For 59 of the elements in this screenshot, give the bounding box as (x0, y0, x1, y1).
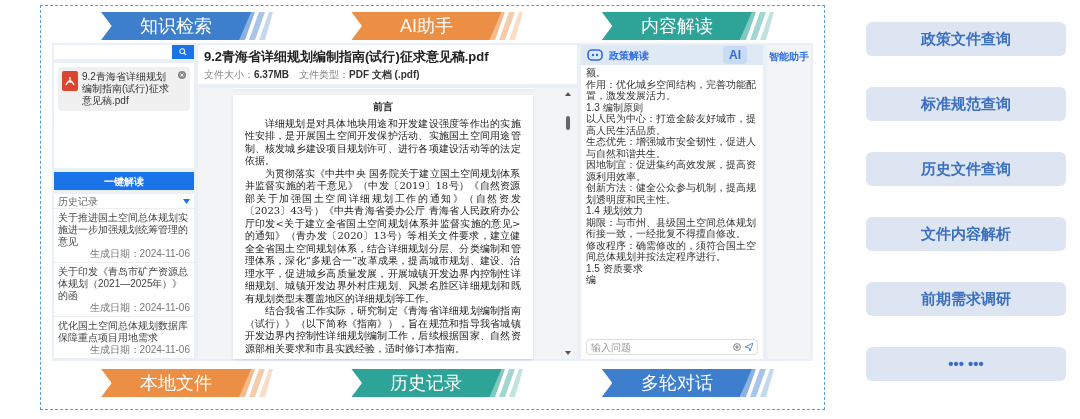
search-button[interactable] (172, 45, 194, 59)
file-card[interactable]: 9.2青海省详细规划编制指南(试行)征求意见稿.pdf (58, 67, 190, 111)
history-item-title: 优化国土空间总体规划数据库保障重点项目用地需求 (58, 320, 189, 344)
read-button[interactable]: 一键解读 (54, 172, 194, 190)
chat-line: 以人民为中心：打造全龄友好城市，提高人民生活品质。 (586, 113, 757, 136)
feature-item: 政策文件查询 (866, 22, 1066, 56)
feature-item: 前期需求调研 (866, 282, 1066, 316)
stripe-decoration (489, 369, 524, 397)
history-item[interactable]: 关于印发《青岛市矿产资源总体规划（2021—2025年）》的函 生成日期：2024-11-06 (54, 263, 194, 317)
stripe-decoration (739, 369, 774, 397)
chat-line: 额。 (586, 67, 607, 79)
search-icon (179, 48, 187, 56)
history-item-title: 关于印发《青岛市矿产资源总体规划（2021—2025年）》的函 (58, 266, 189, 302)
history-item-date: 生成日期：2024-11-06 (89, 248, 190, 259)
page-paragraph: 结合我省工作实际，研究制定《青海省详细规划编制指南（试行）》（以下简称《指南》），旨在规范和指导我省城镇开发边界内控制性详细规划编制工作，后续根据国家、自然资源部相关要求和市县实践经验，适时修订本指南。 (244, 305, 521, 355)
add-icon[interactable] (733, 343, 741, 351)
history-item-date: 生成日期：2024-11-06 (89, 344, 190, 355)
question-field[interactable]: 输入问题 (586, 339, 758, 355)
feature-item: 历史文件查询 (866, 152, 1066, 186)
ai-badge: AI (723, 46, 747, 64)
history-item[interactable]: 优化国土空间总体规划数据库保障重点项目用地需求 生成日期：2024-11-06 (54, 317, 194, 359)
side-tab[interactable]: 智能助手 (769, 49, 809, 63)
stripe-decoration (489, 12, 524, 40)
chat-line: 期限：与市州、县级国土空间总体规划衔接一致，一经批复不得擅自修改。 (586, 216, 757, 240)
chat-line: 修改程序：确需修改的，须符合国土空间总体规划并按法定程序进行。 (586, 239, 757, 263)
chat-line: 作用：优化城乡空间结构，完善功能配置，激发发展活力。 (586, 78, 757, 102)
document-meta: 文件类型：PDF 文档 (.pdf) (299, 67, 420, 82)
history-title: 历史记录 (58, 194, 98, 209)
history-item-date: 生成日期：2024-11-06 (89, 302, 190, 313)
file-name: 9.2青海省详细规划编制指南(试行)征求意见稿.pdf (82, 71, 170, 107)
question-input[interactable]: 输入问题 (591, 339, 729, 355)
pdf-file-icon (62, 71, 78, 91)
chat-line: 创新方法：健全公众参与机制，提高规划透明度和民主性。 (586, 182, 757, 205)
stripe-decoration (239, 12, 274, 40)
chat-line: 因地制宜：促进集约高效发展，提高资源利用效率。 (586, 159, 757, 182)
chat-line: 1.4 规划效力 (586, 205, 644, 217)
caret-icon[interactable] (183, 198, 190, 204)
stripe-decoration (739, 12, 774, 40)
feature-item: 文件内容解析 (866, 217, 1066, 251)
document-title: 9.2青海省详细规划编制指南(试行)征求意见稿.pdf (204, 48, 490, 66)
history-item[interactable]: 关于推进国土空间总体规划实施进一步加强规划统筹管理的意见 生成日期：2024-11-06 (54, 209, 194, 263)
page-paragraph: 详细规划是对具体地块用途和开发建设强度等作出的实施性安排，是开展国土空间开发保护活动、实施国土空间用途管制、核发城乡建设项目规划许可、进行各项建设活动等的法定依据。 (244, 117, 521, 168)
feature-item: 标准规范查询 (866, 87, 1066, 121)
page-paragraph: 为贯彻落实《中共中央 国务院关于建立国土空间规划体系并监督实施的若干意见》（中发〔2019〕18号）《自然资源部关于加强国土空间详细规划工作的通知》（自然资发〔2023〕43号）《中共青海省委办公厅 青海省人民政府办公厅印发<关于建立全省国土空间规划体系并监督实施的意见>的通知》（青办发〔2020〕13号）等相关文件要求，建立健全全省国土空间规划体系，结合详细规划分层、分类编制和管理体系，深化“多规合一”改革成果，提高城市规划、建设、治理水平，促进城乡高质量发展，开展城镇开发边界内控制性详细规划、城镇开发边界外村庄规划、风景名胜区详细规划和既有规划类型未覆盖地区的详细规划等工作。 (244, 167, 521, 305)
history-item-title: 关于推进国土空间总体规划实施进一步加强规划统筹管理的意见 (58, 212, 189, 248)
stripe-decoration (239, 369, 274, 397)
close-icon[interactable] (178, 71, 186, 79)
scroll-up-icon[interactable] (565, 91, 571, 96)
document-meta: 文件大小：6.37MB (204, 67, 289, 82)
scroll-down-icon[interactable] (565, 351, 571, 355)
robot-icon (587, 49, 603, 61)
chat-title: 政策解读 (609, 48, 649, 63)
page-heading: 前言 (372, 99, 393, 114)
chat-line: 1.3 编制原则 (586, 101, 643, 113)
chat-line: 生态优先：增强城市安全韧性，促进人与自然和谐共生。 (586, 136, 757, 159)
feature-item: ••• ••• (866, 347, 1066, 381)
chat-line: 1.5 资质要求 (586, 262, 644, 274)
chat-line: 编 (586, 274, 597, 286)
send-icon[interactable] (745, 343, 753, 351)
